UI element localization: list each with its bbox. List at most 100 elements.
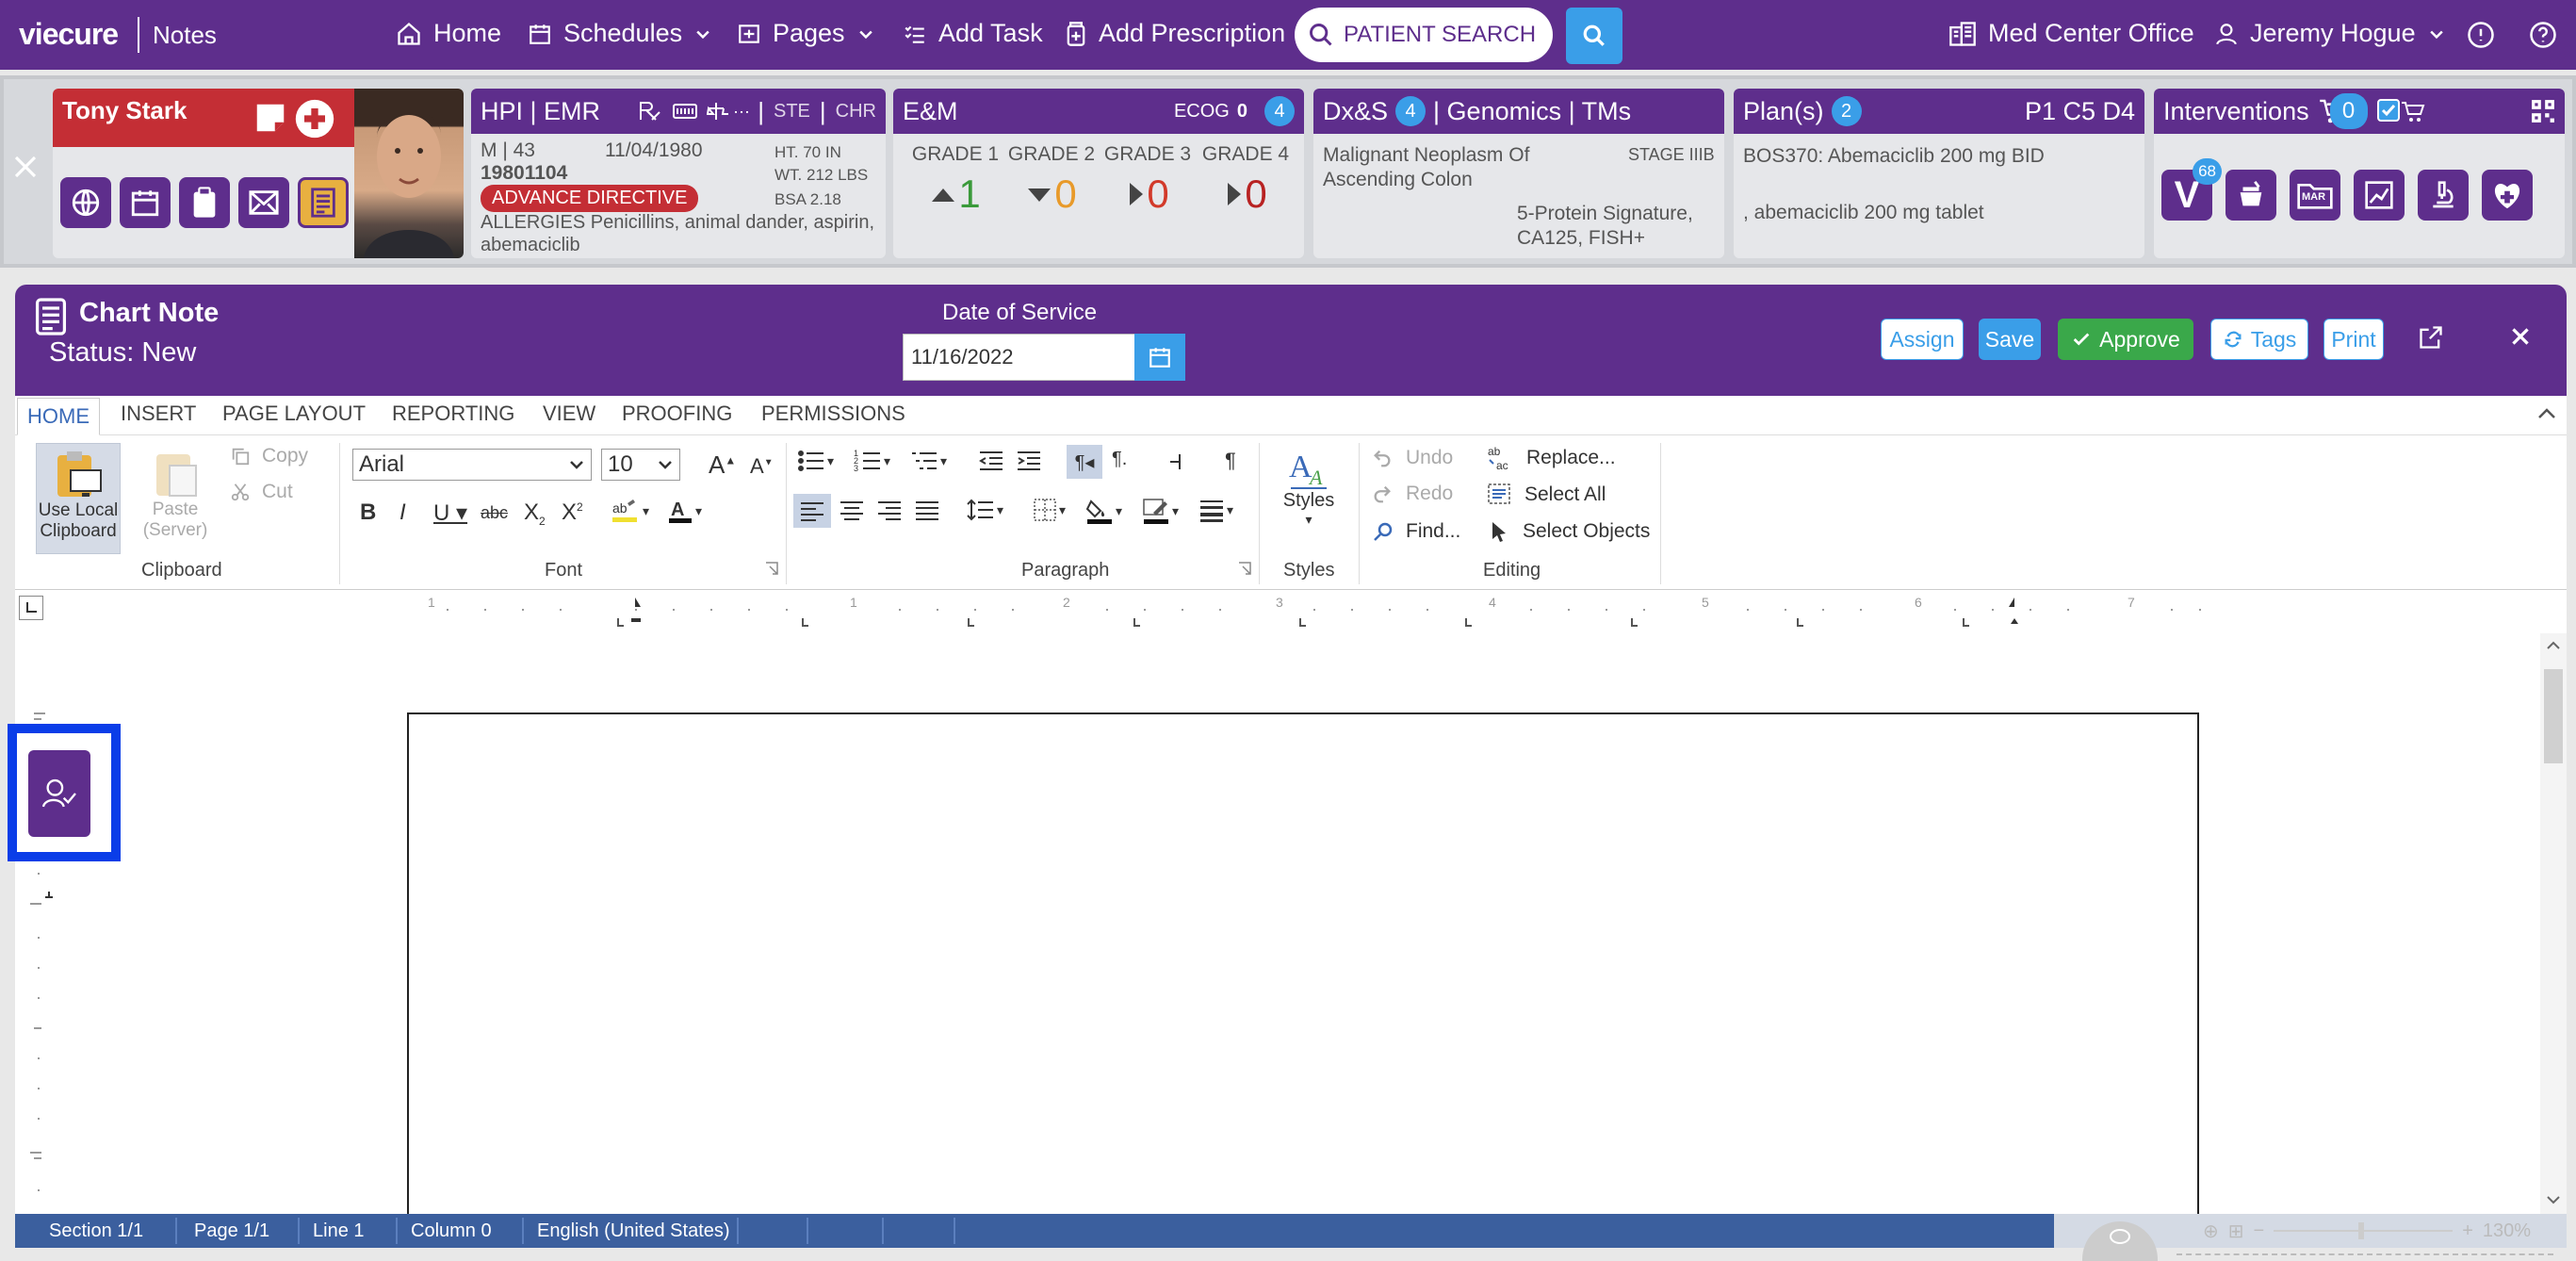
app-logo[interactable]: viecure: [19, 17, 119, 52]
ltr-paragraph-icon[interactable]: ¶◂: [1067, 445, 1102, 479]
diagnosis[interactable]: Malignant Neoplasm Of Ascending Colon: [1323, 143, 1530, 192]
document-page[interactable]: [407, 712, 2199, 1221]
tab-home[interactable]: HOME: [17, 398, 100, 435]
numbering-icon[interactable]: 1 2 3 ▾: [854, 449, 890, 473]
page-break-icon[interactable]: [1166, 449, 1187, 473]
date-picker-button[interactable]: [1134, 334, 1185, 381]
shrink-font-icon[interactable]: A▼: [750, 454, 774, 479]
tab-stop-selector-icon[interactable]: [19, 596, 43, 620]
prescription-pad-icon[interactable]: [639, 101, 663, 122]
genomics[interactable]: 5-Protein Signature, CA125, FISH+: [1517, 202, 1720, 251]
tab-permissions[interactable]: PERMISSIONS: [761, 401, 905, 426]
tab-view[interactable]: VIEW: [543, 401, 595, 426]
italic-icon[interactable]: I: [399, 499, 406, 526]
paragraph-dialog-launcher-icon[interactable]: [1238, 562, 1251, 575]
grade-1[interactable]: GRADE 1 1: [910, 143, 1001, 217]
dna-icon[interactable]: [673, 101, 698, 122]
approve-button[interactable]: Approve: [2058, 319, 2193, 360]
tags-button[interactable]: Tags: [2210, 319, 2308, 360]
find-button[interactable]: Find...: [1372, 520, 1460, 543]
grade-4[interactable]: GRADE 4 0: [1200, 143, 1291, 217]
clipboard-button[interactable]: [179, 177, 230, 228]
plan-line-2[interactable]: , abemaciclib 200 mg tablet: [1743, 202, 1984, 224]
nav-add-task[interactable]: Add Task: [903, 19, 1043, 48]
font-size-select[interactable]: 10: [601, 449, 680, 481]
nav-pages[interactable]: Pages: [737, 19, 875, 48]
scroll-up-icon[interactable]: [2546, 639, 2561, 650]
fit-width-icon[interactable]: ⊕: [2203, 1220, 2219, 1243]
styles-button[interactable]: AA Styles ▾: [1278, 447, 1340, 529]
underline-icon[interactable]: U ▾: [433, 499, 467, 527]
nav-add-prescription[interactable]: Add Prescription: [1065, 19, 1285, 48]
scroll-down-icon[interactable]: [2546, 1195, 2561, 1206]
scrollbar-thumb[interactable]: [2544, 669, 2563, 763]
redo-button[interactable]: Redo: [1372, 483, 1453, 505]
assign-user-button[interactable]: [28, 750, 90, 837]
borders-icon[interactable]: ▾: [1033, 498, 1066, 522]
fit-page-icon[interactable]: ⊞: [2228, 1220, 2244, 1243]
select-objects-button[interactable]: Select Objects: [1491, 520, 1650, 543]
border-color-icon[interactable]: ▾: [1142, 498, 1179, 524]
chr-link[interactable]: CHR: [836, 101, 876, 123]
office-selector[interactable]: Med Center Office: [1948, 19, 2194, 48]
undo-button[interactable]: Undo: [1372, 447, 1453, 469]
zoom-in-icon[interactable]: +: [2462, 1220, 2473, 1242]
patient-name[interactable]: Tony Stark: [62, 96, 187, 125]
highlight-icon[interactable]: ab ▾: [611, 498, 649, 524]
zoom-slider-thumb[interactable]: [2358, 1222, 2365, 1239]
info-icon[interactable]: [2467, 21, 2495, 49]
calendar-button[interactable]: [120, 177, 171, 228]
lab-button[interactable]: [2418, 170, 2469, 221]
help-icon[interactable]: [2529, 21, 2557, 49]
document-button[interactable]: [298, 177, 349, 228]
interventions-header[interactable]: Interventions 0: [2154, 89, 2565, 134]
dx-header[interactable]: Dx&S 4 | Genomics | TMs: [1313, 89, 1724, 134]
hpi-header[interactable]: HPI | EMR | STE | CHR: [471, 89, 886, 134]
advance-directive-badge[interactable]: ADVANCE DIRECTIVE: [481, 185, 699, 212]
grade-3[interactable]: GRADE 3 0: [1102, 143, 1193, 217]
align-left-icon[interactable]: [793, 494, 831, 528]
assign-button[interactable]: Assign: [1881, 319, 1964, 360]
rtl-paragraph-icon[interactable]: ¶.: [1112, 449, 1127, 470]
nav-schedules[interactable]: Schedules: [528, 19, 712, 48]
align-right-icon[interactable]: [876, 499, 903, 520]
subscript-icon[interactable]: X2: [524, 499, 546, 528]
message-button[interactable]: [238, 177, 289, 228]
font-dialog-launcher-icon[interactable]: [765, 562, 778, 575]
sticky-note-icon[interactable]: [253, 100, 288, 136]
medical-alert-icon[interactable]: [294, 98, 335, 139]
show-formatting-icon[interactable]: ¶: [1225, 449, 1236, 473]
tab-insert[interactable]: INSERT: [121, 401, 196, 426]
align-center-icon[interactable]: [839, 499, 865, 520]
save-button[interactable]: Save: [1979, 319, 2041, 360]
popout-icon[interactable]: [2418, 324, 2444, 351]
nav-home[interactable]: Home: [396, 19, 501, 48]
line-style-icon[interactable]: ▾: [1198, 498, 1233, 522]
copy-button[interactable]: Copy: [230, 445, 308, 467]
decrease-indent-icon[interactable]: [978, 449, 1004, 473]
bullets-icon[interactable]: ▾: [797, 449, 834, 473]
cut-button[interactable]: Cut: [230, 481, 293, 503]
line-spacing-icon[interactable]: ▾: [967, 498, 1003, 522]
cart-check-icon[interactable]: [2376, 97, 2426, 125]
search-button[interactable]: [1566, 8, 1622, 64]
paste-button[interactable]: Paste (Server): [136, 447, 215, 541]
qr-code-icon[interactable]: [2531, 99, 2555, 123]
close-note-icon[interactable]: [2508, 324, 2533, 349]
font-family-select[interactable]: Arial: [352, 449, 592, 481]
shading-icon[interactable]: ▾: [1085, 498, 1122, 524]
select-all-button[interactable]: Select All: [1487, 483, 1606, 507]
zoom-slider[interactable]: [2274, 1222, 2454, 1239]
collapse-ribbon-icon[interactable]: [2536, 405, 2557, 420]
print-button[interactable]: Print: [2323, 319, 2384, 360]
grade-2[interactable]: GRADE 2 0: [1006, 143, 1097, 217]
grow-font-icon[interactable]: A▲: [709, 450, 736, 480]
vertical-scrollbar[interactable]: [2540, 633, 2567, 1214]
multilevel-list-icon[interactable]: ▾: [910, 449, 947, 473]
tab-proofing[interactable]: PROOFING: [622, 401, 732, 426]
superscript-icon[interactable]: X2: [562, 499, 583, 526]
tab-page-layout[interactable]: PAGE LAYOUT: [222, 401, 366, 426]
pharmacy-button[interactable]: [2225, 170, 2276, 221]
use-local-clipboard-button[interactable]: Use Local Clipboard: [36, 443, 121, 554]
ste-link[interactable]: STE: [774, 101, 810, 123]
